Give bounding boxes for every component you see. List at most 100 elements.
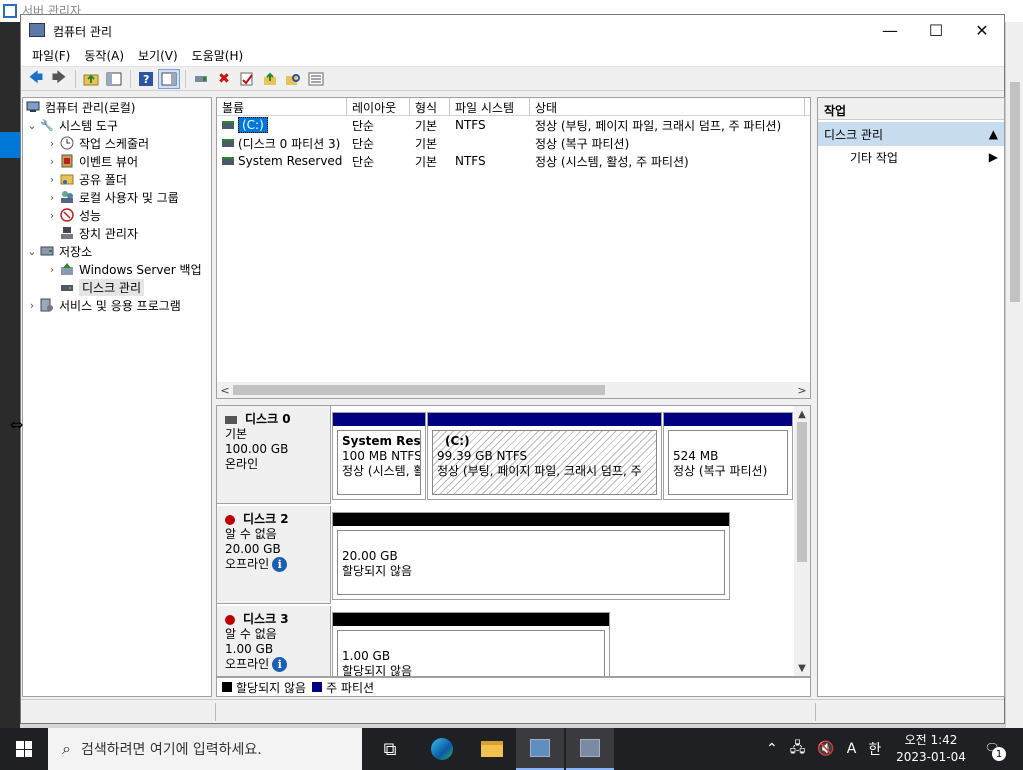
collapsed-chevron-icon[interactable]: › [45,137,59,150]
device-manager-icon [59,226,75,240]
volume-row[interactable]: (C:) 단순 기본 NTFS 정상 (부팅, 페이지 파일, 크래시 덤프, … [217,116,810,134]
tree-item-performance[interactable]: › 성능 [45,206,101,224]
tree-label: 디스크 관리 [79,278,145,296]
tree-item-system-tools[interactable]: ⌄ 🔧 시스템 도구 [25,116,118,134]
tree-item-storage[interactable]: ⌄ 저장소 [25,242,92,260]
scrollbar-thumb[interactable] [233,385,605,395]
collapsed-chevron-icon[interactable]: › [45,191,59,204]
volume-name-cell: (디스크 0 파티션 3) [217,135,347,152]
volume-filesystem: NTFS [455,154,486,168]
background-scrollbar-thumb[interactable] [1010,82,1020,302]
volume-muted-icon[interactable]: 🔇 [817,741,834,757]
scroll-down-arrow-icon[interactable]: ▼ [794,660,810,676]
info-icon[interactable]: i [272,657,288,672]
chevron-up-icon[interactable]: ⌃ [766,741,778,757]
disk0-state: 온라인 [225,457,259,471]
tree-label: 장치 관리자 [79,226,139,241]
tree-label: 컴퓨터 관리(로컬) [45,100,136,115]
disk0-partition-recovery[interactable]: 524 MB 정상 (복구 파티션) [663,412,793,500]
disk3-label[interactable]: 디스크 3 알 수 없음 1.00 GB 오프라인 i [217,606,331,676]
properties-icon[interactable] [236,69,258,89]
maximize-button[interactable]: ☐ [913,15,959,45]
collapsed-chevron-icon[interactable]: › [45,155,59,168]
disk3-unallocated[interactable]: 1.00 GB 할당되지 않음 [332,612,610,676]
disk2-label[interactable]: 디스크 2 알 수 없음 20.00 GB 오프라인 i [217,506,331,604]
info-icon[interactable]: i [272,557,288,572]
notification-button[interactable]: 🗨 1 [982,738,1006,761]
search-folder-icon[interactable] [282,69,304,89]
start-button[interactable] [0,728,48,770]
up-folder-icon[interactable] [80,69,102,89]
edge-taskbar-button[interactable] [418,728,466,770]
tree-item-event-viewer[interactable]: › 이벤트 뷰어 [45,152,138,170]
scroll-left-arrow-icon[interactable]: < [217,382,233,398]
volume-horizontal-scrollbar[interactable]: < > [217,382,810,398]
server-manager-taskbar-button[interactable] [516,728,564,770]
tree-item-shared-folders[interactable]: › 공유 폴더 [45,170,127,188]
expanded-chevron-icon[interactable]: ⌄ [25,245,39,258]
task-view-button[interactable]: ⧉ [366,728,414,770]
background-sidebar [0,22,20,728]
close-button[interactable]: ✕ [959,15,1005,45]
scroll-up-arrow-icon[interactable]: ▲ [794,406,810,422]
volume-row[interactable]: System Reserved 단순 기본 NTFS 정상 (시스템, 활성, … [217,152,810,170]
show-hide-action-pane-icon[interactable] [158,68,180,89]
scrollbar-thumb[interactable] [797,422,807,562]
disk2-unallocated[interactable]: 20.00 GB 할당되지 않음 [332,512,730,600]
forward-arrow-icon[interactable]: 🡆 [48,69,70,89]
search-placeholder: 검색하려면 여기에 입력하세요. [80,742,262,758]
toolbar-separator [75,69,76,88]
disk-map-vertical-scrollbar[interactable]: ▲ ▼ [794,406,810,676]
tree-item-local-users[interactable]: › 로컬 사용자 및 그룹 [45,188,179,206]
tree-item-windows-backup[interactable]: › Windows Server 백업 [45,260,202,278]
column-header-filesystem[interactable]: 파일 시스템 [450,98,530,116]
menu-view[interactable]: 보기(V) [131,47,185,64]
primary-partition-bar [664,413,792,426]
tree-item-disk-management[interactable]: 디스크 관리 [59,278,145,296]
collapsed-chevron-icon[interactable]: › [25,299,39,312]
tree-item-services-apps[interactable]: › 서비스 및 응용 프로그램 [25,296,181,314]
title-bar[interactable]: 컴퓨터 관리 — ☐ ✕ [21,15,1004,45]
collapsed-chevron-icon[interactable]: › [45,263,59,276]
tree-item-task-scheduler[interactable]: › 작업 스케줄러 [45,134,149,152]
clock[interactable]: 오전 1:42 2023-01-04 [892,732,970,766]
menu-action[interactable]: 동작(A) [77,47,131,64]
action-more-actions[interactable]: 기타 작업 ▶ [818,146,1004,168]
computer-management-taskbar-button[interactable] [566,728,614,770]
minimize-button[interactable]: — [867,15,913,45]
tree-item-root[interactable]: 컴퓨터 관리(로컬) [25,98,135,116]
expanded-chevron-icon[interactable]: ⌄ [25,119,39,132]
legend: 할당되지 않음 주 파티션 [216,677,811,697]
export-icon[interactable] [259,69,281,89]
column-header-layout[interactable]: 레이아웃 [347,98,410,116]
column-header-volume[interactable]: 볼륨 [217,98,347,116]
back-arrow-icon[interactable]: 🡄 [25,69,47,89]
collapse-up-icon[interactable]: ▲ [989,127,998,141]
menu-file[interactable]: 파일(F) [25,47,77,64]
column-header-type[interactable]: 형식 [410,98,450,116]
disk0-partition-c[interactable]: (C:) 99.39 GB NTFS 정상 (부팅, 페이지 파일, 크래시 덤… [427,412,662,500]
column-header-status[interactable]: 상태 [530,98,805,116]
show-hide-tree-icon[interactable] [103,69,125,89]
list-view-icon[interactable] [305,69,327,89]
network-icon[interactable]: 🖧 [790,737,806,761]
delete-icon[interactable]: ✖ [213,69,235,89]
tree-item-device-manager[interactable]: 장치 관리자 [59,224,138,242]
language-indicator[interactable]: 한 [868,739,881,759]
tree-label: 로컬 사용자 및 그룹 [79,190,179,205]
disk0-label[interactable]: 디스크 0 기본 100.00 GB 온라인 [217,406,331,504]
disk0-partition-system-reserved[interactable]: System Reser 100 MB NTFS 정상 (시스템, 활 [332,412,426,500]
disk2-name: 디스크 2 [243,512,289,526]
connect-icon[interactable] [190,69,212,89]
menu-help[interactable]: 도움말(H) [185,47,251,64]
ime-mode[interactable]: A [847,741,857,757]
file-explorer-taskbar-button[interactable] [468,728,516,770]
services-icon [39,298,55,312]
volume-row[interactable]: (디스크 0 파티션 3) 단순 기본 정상 (복구 파티션) [217,134,810,152]
scroll-right-arrow-icon[interactable]: > [794,382,810,398]
taskbar-search-box[interactable]: ⌕ 검색하려면 여기에 입력하세요. [48,728,362,770]
collapsed-chevron-icon[interactable]: › [45,173,59,186]
collapsed-chevron-icon[interactable]: › [45,209,59,222]
actions-section-disk-management[interactable]: 디스크 관리 ▲ [818,122,1004,146]
help-icon[interactable]: ? [135,69,157,89]
